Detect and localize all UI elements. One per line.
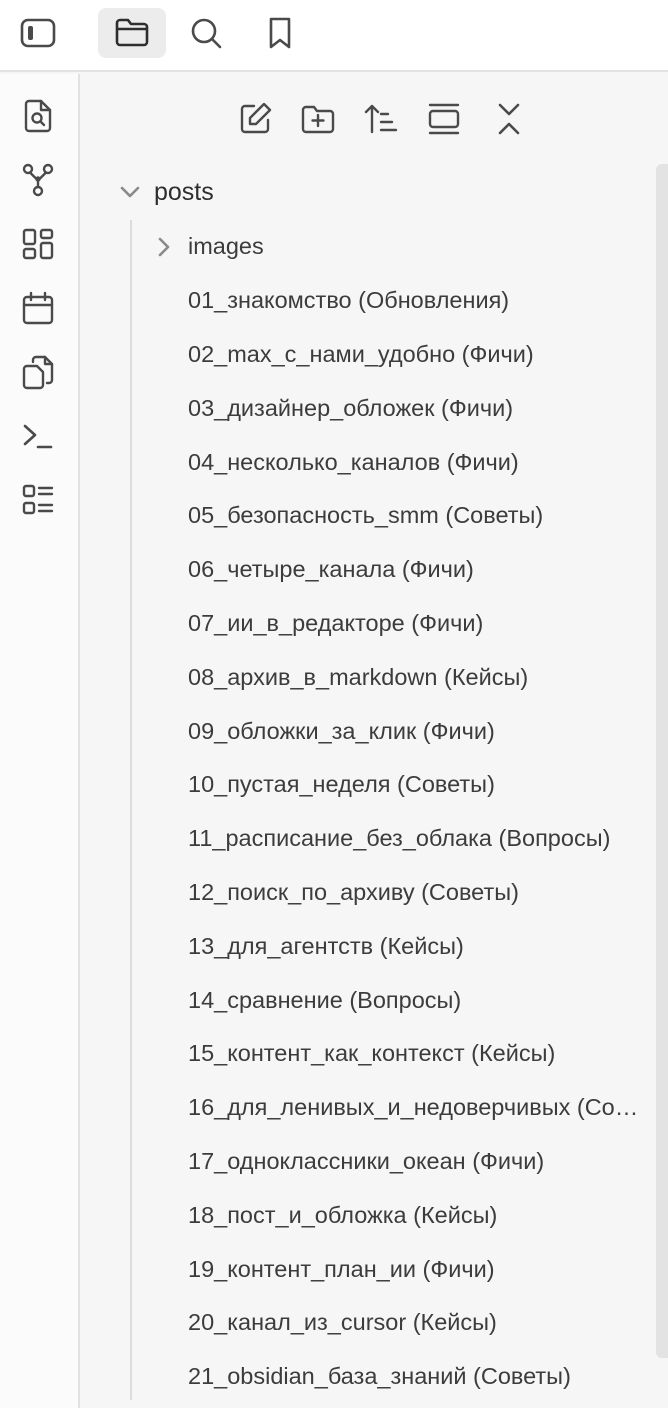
file-row[interactable]: 19_контент_план_ии (Фичи) bbox=[144, 1242, 644, 1296]
file-row[interactable]: 08_архив_в_markdown (Кейсы) bbox=[144, 650, 644, 704]
file-row[interactable]: 20_канал_из_cursor (Кейсы) bbox=[144, 1296, 644, 1350]
sort-icon bbox=[364, 104, 398, 134]
folder-icon bbox=[115, 18, 149, 47]
folder-label: posts bbox=[154, 177, 214, 206]
file-label: 15_контент_как_контекст (Кейсы) bbox=[188, 1040, 556, 1067]
ribbon-list-button[interactable] bbox=[12, 474, 64, 526]
file-label: 09_обложки_за_клик (Фичи) bbox=[188, 717, 495, 744]
file-label: 18_пост_и_обложка (Кейсы) bbox=[188, 1201, 498, 1228]
list-icon bbox=[22, 484, 54, 515]
scrollbar[interactable] bbox=[656, 164, 668, 1358]
file-label: 02_max_с_нами_удобно (Фичи) bbox=[188, 340, 534, 367]
file-row[interactable]: 15_контент_как_контекст (Кейсы) bbox=[144, 1027, 644, 1081]
auto-reveal-icon bbox=[428, 103, 460, 135]
file-search-icon bbox=[24, 99, 52, 133]
file-label: 17_одноклассники_океан (Фичи) bbox=[188, 1147, 545, 1174]
file-label: 06_четыре_канала (Фичи) bbox=[188, 556, 474, 583]
bookmark-icon bbox=[269, 17, 291, 49]
bookmarks-tab-button[interactable] bbox=[246, 8, 314, 58]
ribbon-graph-view-button[interactable] bbox=[12, 154, 64, 206]
left-ribbon bbox=[0, 74, 80, 1408]
canvas-icon bbox=[22, 228, 54, 260]
file-row[interactable]: 07_ии_в_редакторе (Фичи) bbox=[144, 597, 644, 651]
file-row[interactable]: 21_obsidian_база_знаний (Советы) bbox=[144, 1350, 644, 1404]
file-label: 01_знакомство (Обновления) bbox=[188, 287, 510, 314]
sidebar-toggle-button[interactable] bbox=[4, 8, 72, 58]
ribbon-calendar-button[interactable] bbox=[12, 282, 64, 334]
file-label: 21_obsidian_база_знаний (Советы) bbox=[188, 1363, 571, 1390]
file-row[interactable]: 18_пост_и_обложка (Кейсы) bbox=[144, 1188, 644, 1242]
file-label: 05_безопасность_smm (Советы) bbox=[188, 502, 544, 529]
file-row[interactable]: 17_одноклассники_океан (Фичи) bbox=[144, 1135, 644, 1189]
sidebar-left-icon bbox=[20, 18, 56, 48]
terminal-icon bbox=[23, 424, 53, 449]
file-tree: posts images 01_знакомство (Обновления) 02… bbox=[82, 164, 654, 1408]
file-row[interactable]: 14_сравнение (Вопросы) bbox=[144, 973, 644, 1027]
files-tab-button[interactable] bbox=[98, 8, 166, 58]
file-label: 07_ии_в_редакторе (Фичи) bbox=[188, 609, 484, 636]
file-row[interactable]: 12_поиск_по_архиву (Советы) bbox=[144, 866, 644, 920]
search-icon bbox=[191, 18, 222, 49]
copy-icon bbox=[22, 355, 54, 390]
sort-button[interactable] bbox=[356, 94, 406, 144]
chevron-down-icon[interactable] bbox=[110, 166, 150, 218]
folder-children: images 01_знакомство (Обновления) 02_max_с… bbox=[144, 220, 644, 1404]
file-row[interactable]: 11_расписание_без_облака (Вопросы) bbox=[144, 812, 644, 866]
file-label: 03_дизайнер_обложек (Фичи) bbox=[188, 394, 514, 421]
file-row[interactable]: 02_max_с_нами_удобно (Фичи) bbox=[144, 328, 644, 382]
file-label: 08_архив_в_markdown (Кейсы) bbox=[188, 663, 529, 690]
file-label: 11_расписание_без_облака (Вопросы) bbox=[188, 825, 611, 852]
file-row[interactable]: 09_обложки_за_клик (Фичи) bbox=[144, 704, 644, 758]
file-row[interactable]: 06_четыре_канала (Фичи) bbox=[144, 543, 644, 597]
ribbon-file-search-button[interactable] bbox=[12, 90, 64, 142]
indent-guide bbox=[130, 220, 132, 1400]
file-row[interactable]: 03_дизайнер_обложек (Фичи) bbox=[144, 381, 644, 435]
file-row[interactable]: 05_безопасность_smm (Советы) bbox=[144, 489, 644, 543]
new-note-button[interactable] bbox=[230, 94, 280, 144]
calendar-icon bbox=[22, 291, 54, 325]
file-label: 14_сравнение (Вопросы) bbox=[188, 986, 462, 1013]
folder-row[interactable]: images bbox=[144, 220, 644, 274]
auto-reveal-button[interactable] bbox=[419, 94, 469, 144]
new-folder-icon bbox=[301, 105, 335, 134]
search-tab-button[interactable] bbox=[172, 8, 240, 58]
file-label: 10_пустая_неделя (Советы) bbox=[188, 771, 495, 798]
file-row[interactable]: 13_для_агентств (Кейсы) bbox=[144, 919, 644, 973]
file-row[interactable]: 01_знакомство (Обновления) bbox=[144, 274, 644, 328]
chevron-right-icon[interactable] bbox=[144, 220, 184, 274]
ribbon-copy-button[interactable] bbox=[12, 346, 64, 398]
folder-label: images bbox=[188, 233, 264, 260]
collapse-all-icon bbox=[498, 103, 520, 135]
file-row[interactable]: 16_для_ленивых_и_недоверчивых (Советы) bbox=[144, 1081, 644, 1135]
file-label: 16_для_ленивых_и_недоверчивых (Советы) bbox=[188, 1094, 644, 1121]
ribbon-canvas-button[interactable] bbox=[12, 218, 64, 270]
file-label: 19_контент_план_ии (Фичи) bbox=[188, 1255, 495, 1282]
file-label: 20_канал_из_cursor (Кейсы) bbox=[188, 1309, 497, 1336]
file-label: 12_поиск_по_архиву (Советы) bbox=[188, 878, 519, 905]
folder-posts[interactable]: posts bbox=[110, 166, 630, 218]
file-row[interactable]: 04_несколько_каналов (Фичи) bbox=[144, 435, 644, 489]
file-label: 13_для_агентств (Кейсы) bbox=[188, 932, 464, 959]
collapse-all-button[interactable] bbox=[484, 94, 534, 144]
new-folder-button[interactable] bbox=[293, 94, 343, 144]
file-explorer-toolbar bbox=[82, 92, 668, 144]
file-label: 04_несколько_каналов (Фичи) bbox=[188, 448, 519, 475]
file-row[interactable]: 10_пустая_неделя (Советы) bbox=[144, 758, 644, 812]
new-note-icon bbox=[240, 102, 272, 134]
graph-view-icon bbox=[22, 163, 54, 197]
ribbon-terminal-button[interactable] bbox=[12, 410, 64, 462]
top-tab-bar bbox=[0, 0, 668, 72]
